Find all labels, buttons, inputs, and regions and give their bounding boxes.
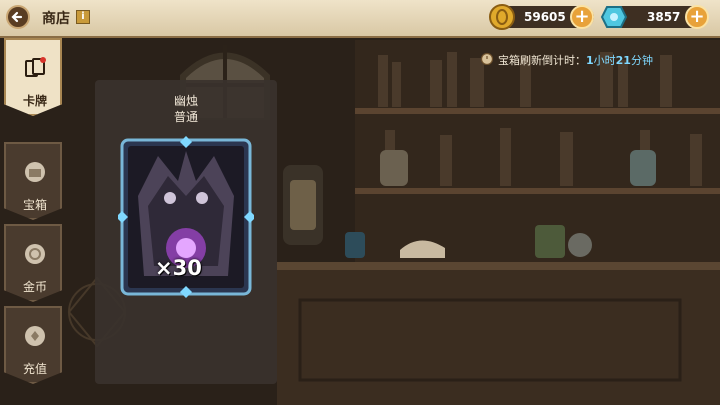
sidebar: 卡牌 宝箱 金币 充值 [0, 38, 66, 384]
card-rarity: 普通 [173, 110, 198, 124]
gold-coin-icon [489, 4, 515, 30]
chest-refresh-timer: 宝箱刷新倒计时：1小时21分钟 [480, 52, 653, 68]
tab-coin-label: 金币 [22, 280, 47, 294]
timer-hours-unit: 小时 [593, 54, 616, 67]
timer-label: 宝箱刷新倒计时： [498, 54, 586, 67]
coin-icon [25, 244, 45, 264]
add-gem-button[interactable]: + [685, 5, 709, 29]
tab-recharge-label: 充值 [22, 362, 47, 376]
gold-value: 59605 [524, 10, 566, 24]
timer-minutes: 21 [615, 54, 631, 67]
blue-gem-icon [600, 6, 628, 28]
tab-cards[interactable]: 卡牌 [4, 38, 62, 116]
top-bar: 商店 i 59605 + 3857 + [0, 0, 720, 38]
card-name: 幽烛 [173, 94, 198, 108]
gem-value: 3857 [647, 10, 681, 24]
back-arrow-icon [11, 11, 23, 23]
gem-currency: 3857 + [600, 5, 709, 29]
info-icon[interactable]: i [76, 10, 90, 24]
card-offer-panel[interactable]: 幽烛 普通 ×30 [95, 80, 277, 384]
add-gold-button[interactable]: + [570, 5, 594, 29]
tab-cards-label: 卡牌 [22, 94, 47, 108]
page-title: 商店 [42, 11, 70, 27]
gold-currency: 59605 + [489, 4, 594, 30]
stopwatch-icon [480, 52, 494, 65]
card-quantity: ×30 [155, 256, 202, 280]
timer-hours: 1 [586, 54, 594, 67]
back-button[interactable] [6, 5, 30, 29]
chest-icon [25, 162, 45, 182]
cards-icon [25, 57, 46, 77]
tab-chest-label: 宝箱 [22, 198, 47, 212]
timer-minutes-unit: 分钟 [630, 54, 653, 67]
recharge-icon [25, 326, 45, 346]
tab-recharge[interactable]: 充值 [4, 306, 62, 384]
tab-chest[interactable]: 宝箱 [4, 142, 62, 220]
tab-coin[interactable]: 金币 [4, 224, 62, 302]
